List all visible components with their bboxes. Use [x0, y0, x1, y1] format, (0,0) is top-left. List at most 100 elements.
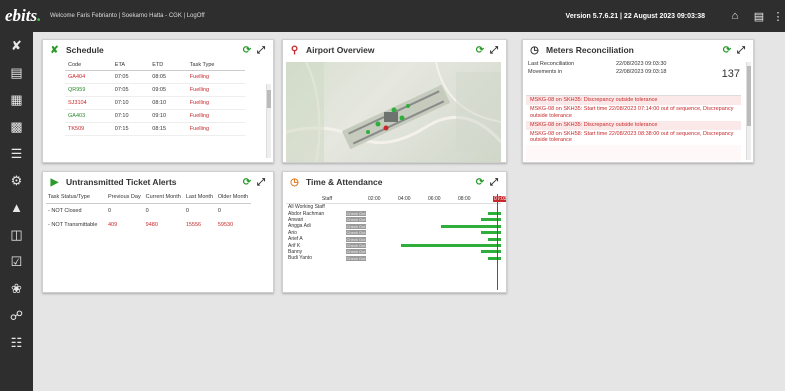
home-icon[interactable]: ⌂	[723, 10, 747, 22]
schedule-scrollbar[interactable]	[266, 84, 271, 158]
col-previous-day: Previous Day	[106, 192, 144, 204]
check-out-button[interactable]: Check Out	[346, 249, 366, 255]
current-month-count[interactable]: 9480	[144, 218, 184, 232]
schedule-row[interactable]: GA404 07:05 08:05 Fuelling	[65, 70, 245, 84]
col-etd: ETD	[149, 60, 187, 71]
check-out-button[interactable]: Check Out	[346, 223, 366, 229]
network-icon[interactable]: ☍	[0, 302, 33, 329]
flight-code[interactable]: GA404	[65, 70, 112, 84]
meters-header: ◷ Meters Reconciliation ⟳ ⤢	[523, 40, 753, 60]
col-task-status: Task Status/Type	[46, 192, 106, 204]
staff-name: Budi Yanto	[288, 255, 313, 262]
check-out-button[interactable]: Check Out	[346, 230, 366, 236]
flight-code[interactable]: SJ3104	[65, 96, 112, 110]
more-icon[interactable]: ⋮	[771, 10, 785, 23]
previous-day-count[interactable]: 409	[106, 218, 144, 232]
refresh-icon[interactable]: ⟳	[473, 177, 487, 188]
dashboard: ✘ Schedule ⟳ ⤢ Code ETA ETD Task Type GA…	[33, 32, 785, 391]
refresh-icon[interactable]: ⟳	[240, 45, 254, 56]
alert-item: MSKG-08 on SKH58: Start time 22/08/2023 …	[526, 129, 741, 146]
welcome-text: Welcome Faris Febrianto | Soekarno Hatta…	[50, 13, 205, 19]
refresh-icon[interactable]: ⟳	[720, 45, 734, 56]
time-label: 02:00	[368, 195, 381, 202]
globe-icon[interactable]: ❀	[0, 275, 33, 302]
check-out-button[interactable]: Check Out	[346, 211, 366, 217]
eta: 07:10	[111, 109, 150, 123]
task-type: Fuelling	[186, 109, 245, 123]
etd: 08:15	[149, 122, 187, 136]
eta: 07:15	[111, 122, 150, 136]
status-label: - NOT Closed	[48, 207, 82, 214]
check-out-button[interactable]: Check Out	[346, 243, 366, 249]
attendance-bar	[441, 224, 501, 228]
etd: 08:10	[149, 96, 187, 110]
flight-icon[interactable]: ✘	[0, 32, 33, 59]
flight-code[interactable]: TK509	[65, 122, 112, 136]
last-month-count[interactable]: 0	[184, 203, 216, 218]
alert-row: - NOT Transmittable 409 9480 15556 59530	[46, 218, 251, 232]
time-label: 06:00	[428, 195, 441, 202]
untransmitted-header: ▶ Untransmitted Ticket Alerts ⟳ ⤢	[43, 172, 273, 192]
expand-icon[interactable]: ⤢	[487, 177, 501, 188]
alert-list: MSKG-08 on SKH35: Discrepancy outside to…	[526, 95, 741, 161]
version-date: Version 5.7.6.21 | 22 August 2023 09:03:…	[565, 12, 705, 20]
calendar-icon[interactable]: ▦	[0, 86, 33, 113]
col-task-type: Task Type	[186, 60, 245, 71]
schedule-row[interactable]: SJ3104 07:10 08:10 Fuelling	[65, 96, 245, 110]
check-out-button[interactable]: Check Out	[346, 255, 366, 261]
staff-header: Staff	[321, 195, 333, 202]
schedule-table: Code ETA ETD Task Type GA404 07:05 08:05 Fu…	[65, 60, 245, 136]
older-month-count[interactable]: 59530	[216, 218, 251, 232]
schedule-panel: ✘ Schedule ⟳ ⤢ Code ETA ETD Task Type GA…	[42, 39, 274, 163]
flight-code[interactable]: QR959	[65, 83, 112, 97]
col-eta: ETA	[111, 60, 150, 71]
refresh-icon[interactable]: ⟳	[473, 45, 487, 56]
schedule-row[interactable]: GA403 07:10 09:10 Fuelling	[65, 109, 245, 123]
last-month-count[interactable]: 15556	[184, 218, 216, 232]
list-icon[interactable]: ☰	[0, 140, 33, 167]
flight-code[interactable]: GA403	[65, 109, 112, 123]
checklist-icon[interactable]: ☷	[0, 329, 33, 356]
airport-map[interactable]	[286, 62, 501, 162]
lock-icon[interactable]: ▲	[0, 194, 33, 221]
expand-icon[interactable]: ⤢	[734, 45, 748, 56]
col-older-month: Older Month	[215, 192, 251, 204]
current-month-count[interactable]: 0	[144, 203, 184, 218]
staff-name: All Working Staff	[288, 204, 325, 211]
time-label: 04:00	[398, 195, 411, 202]
expand-icon[interactable]: ⤢	[254, 45, 268, 56]
staff-name: Arif K	[288, 242, 301, 249]
expand-icon[interactable]: ⤢	[487, 45, 501, 56]
meters-scrollbar[interactable]	[746, 62, 751, 160]
last-reconciliation: Last Reconciliation 22/08/2023 09:03:30	[528, 61, 667, 67]
untransmitted-panel: ▶ Untransmitted Ticket Alerts ⟳ ⤢ Task S…	[42, 171, 274, 293]
chart-icon[interactable]: ▩	[0, 113, 33, 140]
vehicle-marker	[391, 107, 397, 113]
print-icon[interactable]: ◫	[0, 221, 33, 248]
gauge-icon: ◷	[530, 44, 539, 56]
alert-row: - NOT Closed 0 0 0 0	[46, 203, 251, 218]
vehicle-marker	[375, 121, 381, 127]
attendance-bar	[487, 212, 501, 216]
report-icon[interactable]: ▤	[747, 10, 771, 23]
clipboard-icon[interactable]: ☑	[0, 248, 33, 275]
gear-icon[interactable]: ⚙	[0, 167, 33, 194]
staff-name: Abdor Rachman	[288, 210, 325, 217]
schedule-row[interactable]: QR959 07:05 09:05 Fuelling	[65, 83, 245, 97]
expand-icon[interactable]: ⤢	[254, 177, 268, 188]
refresh-icon[interactable]: ⟳	[240, 177, 254, 188]
older-month-count[interactable]: 0	[216, 203, 251, 218]
task-type: Fuelling	[186, 70, 245, 84]
schedule-title: Schedule	[66, 45, 104, 55]
check-out-button[interactable]: Check Out	[346, 236, 366, 242]
document-icon[interactable]: ▤	[0, 59, 33, 86]
previous-day-count[interactable]: 0	[106, 203, 144, 218]
schedule-row[interactable]: TK509 07:15 08:15 Fuelling	[65, 122, 245, 136]
alert-item: MSKG-08 on SKH35: Discrepancy outside to…	[526, 120, 741, 130]
airplane-icon: ✘	[50, 44, 59, 56]
ebits-logo[interactable]: ebits.	[0, 6, 41, 26]
check-out-button[interactable]: Check Out	[346, 217, 366, 223]
staff-name: Banny	[288, 248, 303, 255]
vehicle-marker	[366, 130, 370, 134]
task-type: Fuelling	[186, 83, 245, 97]
